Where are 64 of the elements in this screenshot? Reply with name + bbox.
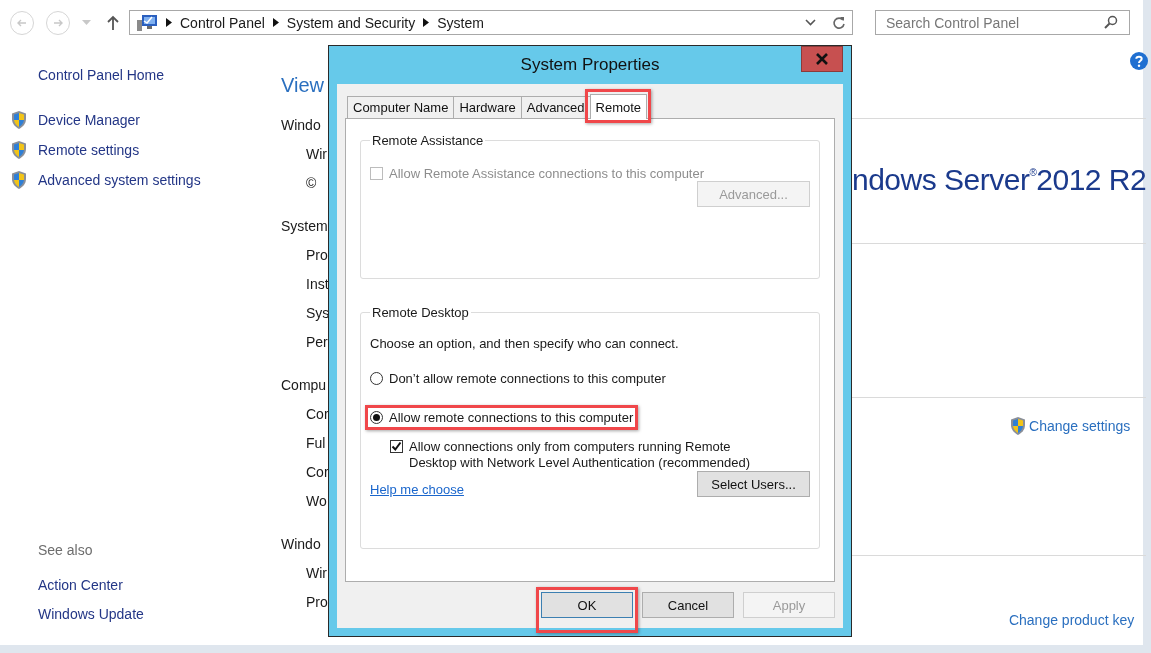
up-arrow-icon[interactable] bbox=[107, 14, 119, 31]
tab[interactable]: Computer Name bbox=[347, 96, 455, 118]
info-label: Pro bbox=[305, 246, 328, 265]
close-icon[interactable] bbox=[815, 53, 829, 65]
group-title: Remote Desktop bbox=[371, 305, 470, 320]
shield-icon bbox=[10, 140, 28, 160]
group-title: Remote Assistance bbox=[371, 133, 485, 148]
info-label: Per bbox=[305, 333, 328, 352]
search-field[interactable]: Search Control Panel bbox=[875, 10, 1130, 35]
dialog-title: System Properties bbox=[520, 55, 660, 75]
close-button[interactable] bbox=[801, 46, 843, 72]
info-label: Wo bbox=[305, 492, 328, 511]
section-heading: Windo bbox=[281, 535, 322, 554]
change-product-key-link[interactable]: Change product key bbox=[1008, 612, 1135, 628]
see-also-heading: See also bbox=[37, 542, 94, 560]
radio-option[interactable]: Allow remote connections to this computer bbox=[370, 410, 634, 425]
shield-icon bbox=[10, 110, 28, 130]
info-label: Wir bbox=[305, 564, 328, 583]
sidebar-link[interactable]: Remote settings bbox=[38, 142, 140, 158]
sidebar-link[interactable]: Action Center bbox=[38, 576, 123, 593]
radio-button[interactable] bbox=[370, 372, 383, 385]
shield-icon bbox=[10, 170, 28, 190]
section-heading: Compu bbox=[281, 376, 328, 395]
info-label: Sys bbox=[305, 304, 328, 323]
dialog-button[interactable]: Cancel bbox=[642, 592, 734, 618]
sidebar-link[interactable]: Advanced system settings bbox=[38, 172, 201, 188]
checkbox-label: Allow Remote Assistance connections to this computer bbox=[389, 166, 705, 181]
info-label: Ful bbox=[305, 434, 327, 453]
shield-icon bbox=[1009, 416, 1028, 436]
breadcrumb[interactable]: System bbox=[437, 14, 484, 31]
radio-option[interactable]: Don’t allow remote connections to this computer bbox=[370, 371, 666, 386]
search-icon[interactable] bbox=[1104, 15, 1118, 29]
change-settings-link[interactable]: Change settings bbox=[1009, 416, 1131, 436]
page-title: View bbox=[281, 74, 325, 98]
section-heading: Windo bbox=[281, 116, 322, 135]
section-heading: System bbox=[281, 217, 328, 236]
dialog-button[interactable]: OK bbox=[541, 592, 633, 618]
chevron-down-icon[interactable] bbox=[805, 19, 816, 26]
help-icon[interactable] bbox=[1130, 52, 1149, 70]
info-label: Cor bbox=[305, 463, 328, 482]
radio-button[interactable] bbox=[370, 411, 383, 424]
chevron-icon[interactable] bbox=[272, 18, 279, 27]
checkbox[interactable] bbox=[390, 440, 403, 453]
computer-icon bbox=[136, 13, 158, 32]
sidebar-link[interactable]: Device Manager bbox=[38, 112, 140, 128]
select-users-button[interactable]: Select Users... bbox=[697, 471, 810, 497]
tab[interactable]: Remote bbox=[589, 94, 648, 119]
breadcrumb[interactable]: Control Panel bbox=[180, 14, 265, 31]
info-label: Pro bbox=[305, 593, 328, 612]
address-bar[interactable]: Control Panel System and Security System bbox=[129, 10, 853, 35]
sidebar-link[interactable]: Control Panel Home bbox=[38, 67, 165, 83]
product-logo: ndows Server$^{®}$2012 R2 bbox=[852, 162, 1147, 198]
breadcrumb[interactable]: System and Security bbox=[286, 14, 416, 31]
info-label: Wir bbox=[305, 145, 328, 164]
help-link[interactable]: Help me choose bbox=[370, 482, 464, 497]
instruction-text: Choose an option, and then specify who can connect. bbox=[370, 336, 680, 351]
chevron-icon[interactable] bbox=[166, 18, 172, 27]
sidebar-link[interactable]: Windows Update bbox=[38, 605, 144, 622]
refresh-icon[interactable] bbox=[832, 15, 846, 30]
info-label: Cor bbox=[305, 405, 328, 424]
chevron-icon[interactable] bbox=[423, 18, 430, 27]
info-label: Inst bbox=[305, 275, 328, 294]
checkbox-label: Allow connections only from computers running Remote Desktop with Network Level Authentication (recommended) bbox=[409, 439, 752, 471]
info-label: © bbox=[305, 174, 318, 193]
